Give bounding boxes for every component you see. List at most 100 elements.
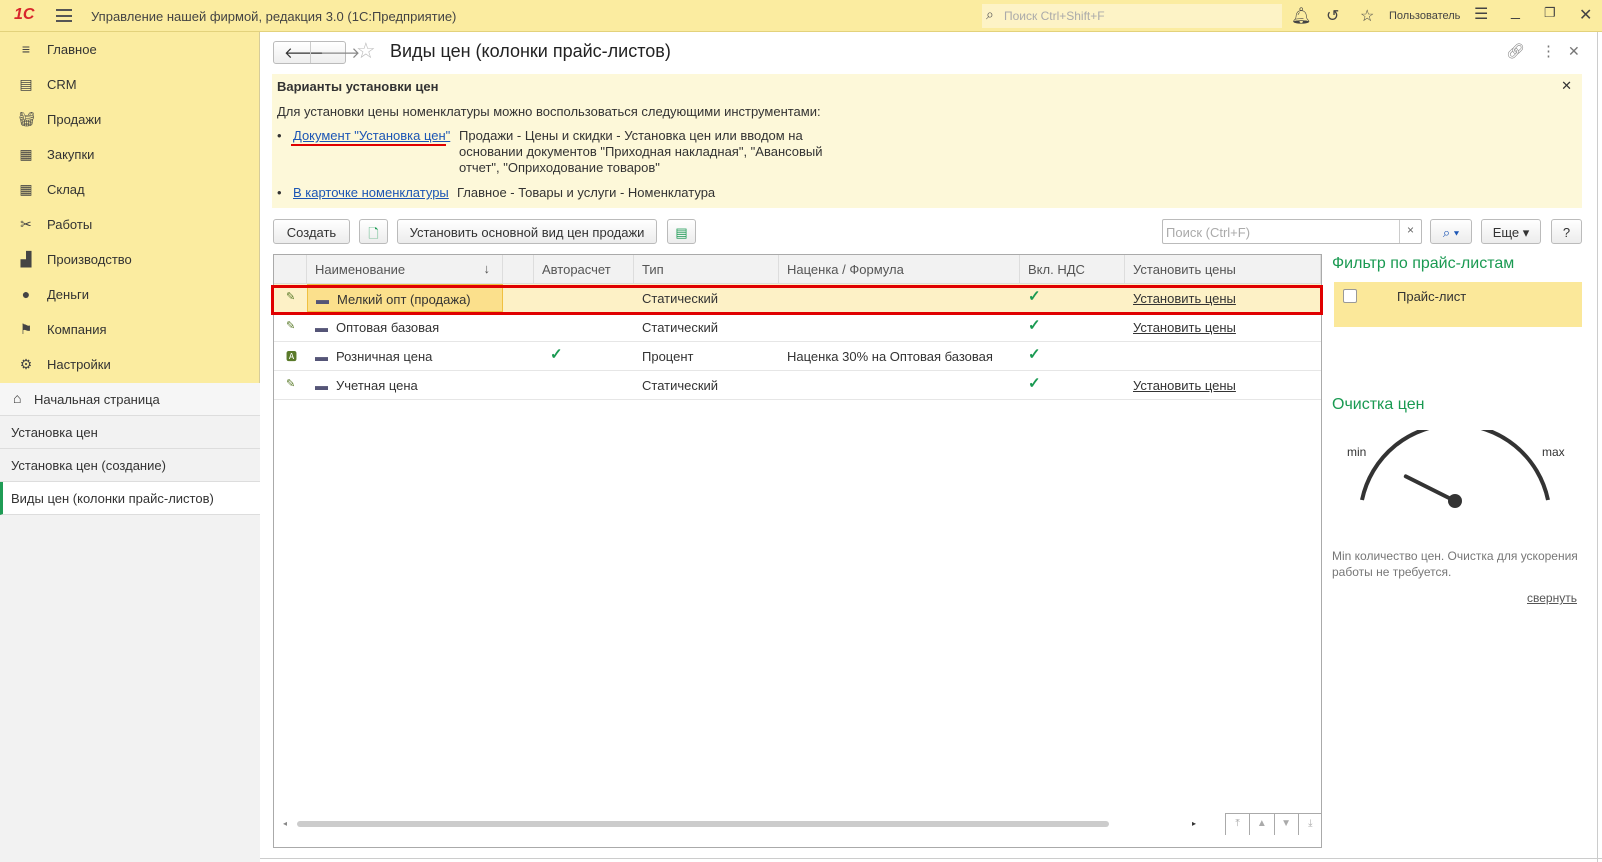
column-header[interactable]: Авторасчет	[534, 255, 634, 284]
back-button[interactable]: 🡐	[284, 43, 324, 62]
column-label: Наценка / Формула	[787, 262, 904, 277]
table-row[interactable]: ✎ ▬ Учетная цена Статический ✓ Установить…	[274, 371, 1321, 400]
sidebar-item-label: Склад	[47, 182, 85, 197]
list-settings-button[interactable]: ▤	[667, 219, 696, 244]
sidebar-item-3[interactable]: ▦ Закупки	[0, 138, 260, 172]
search-options-button[interactable]: ⌕ ▾	[1430, 219, 1472, 244]
row-nav: ⤒ ▲ ▼ ⤓	[1225, 813, 1322, 835]
open-window-tab[interactable]: Виды цен (колонки прайс-листов)	[0, 482, 260, 515]
scroll-right-icon[interactable]: ▸	[1192, 819, 1196, 828]
prev-row-button[interactable]: ▲	[1249, 814, 1273, 835]
column-header[interactable]: Наценка / Формула	[779, 255, 1020, 284]
settings-menu-icon[interactable]: ☰	[1474, 4, 1488, 24]
bell-icon[interactable]: 🔔︎	[1291, 6, 1311, 26]
table-row[interactable]: 🅰 ▬ Розничная цена ✓ Процент Наценка 30% …	[274, 342, 1321, 371]
create-button[interactable]: Создать	[273, 219, 350, 244]
clear-search-button[interactable]: ×	[1399, 220, 1421, 243]
sidebar-item-8[interactable]: ⚑ Компания	[0, 313, 260, 347]
link-icon[interactable]: 🔗︎	[1506, 42, 1525, 60]
sidebar-item-6[interactable]: ▟ Производство	[0, 243, 260, 277]
column-header[interactable]: Установить цены	[1125, 255, 1321, 284]
link-price-doc[interactable]: Документ "Установка цен"	[293, 128, 450, 143]
column-label: Наименование	[315, 262, 406, 277]
main-menu-icon[interactable]	[56, 9, 72, 22]
sidebar-item-label: Настройки	[47, 357, 111, 372]
cleanup-message: Min количество цен. Очистка для ускорени…	[1332, 549, 1578, 579]
gauge-hub	[1448, 494, 1462, 508]
column-header[interactable]: Вкл. НДС	[1020, 255, 1125, 284]
price-list-checkbox[interactable]	[1343, 289, 1357, 303]
gauge-arc	[1360, 430, 1550, 501]
table-row[interactable]: ✎ ▬ Оптовая базовая Статический ✓ Установ…	[274, 313, 1321, 342]
info-intro: Для установки цены номенклатуры можно во…	[277, 104, 821, 119]
history-icon[interactable]: ↺	[1326, 6, 1339, 26]
restore-icon[interactable]: ❐	[1544, 5, 1556, 21]
sidebar-item-7[interactable]: ● Деньги	[0, 278, 260, 312]
last-row-button[interactable]: ⤓	[1297, 814, 1322, 835]
forward-button[interactable]: 🡒	[320, 43, 360, 62]
scroll-left-icon[interactable]: ◂	[283, 819, 287, 828]
name: Розничная цена	[336, 349, 433, 364]
more-icon[interactable]: ⋮	[1541, 42, 1556, 60]
close-window-icon[interactable]: ✕	[1579, 5, 1592, 25]
menu-icon: ≡	[21, 41, 31, 57]
help-button[interactable]: ?	[1551, 219, 1582, 244]
sidebar-item-label: Продажи	[47, 112, 102, 127]
name-cell[interactable]: ▬ Оптовая базовая	[307, 313, 503, 341]
column-header[interactable]: Тип	[634, 255, 779, 284]
name-cell[interactable]: ▬ Учетная цена	[307, 371, 503, 399]
auto-calc-check: ✓	[550, 346, 563, 363]
favorites-icon[interactable]: ☆	[1360, 6, 1374, 26]
set-main-price-button[interactable]: Установить основной вид цен продажи	[397, 219, 657, 244]
favorite-star-icon[interactable]: ☆	[356, 38, 376, 64]
sidebar-item-9[interactable]: ⚙ Настройки	[0, 348, 260, 382]
more-button[interactable]: Еще ▾	[1481, 219, 1541, 244]
minimize-icon[interactable]: _	[1511, 3, 1520, 21]
column-label: Тип	[642, 262, 664, 277]
collapse-link[interactable]: свернуть	[1527, 591, 1577, 605]
sidebar-item-1[interactable]: ▤ CRM	[0, 68, 260, 102]
price-list-filter: Прайс-лист	[1334, 282, 1582, 327]
name-cell[interactable]: ▬ Розничная цена	[307, 342, 503, 370]
cleanup-gauge	[1360, 430, 1550, 508]
open-window-tab[interactable]: ⌂ Начальная страница	[0, 383, 260, 416]
price-item-icon: ▬	[315, 320, 328, 335]
sidebar-item-label: Компания	[47, 322, 107, 337]
next-row-button[interactable]: ▼	[1273, 814, 1298, 835]
set-prices-link[interactable]: Установить цены	[1125, 313, 1321, 341]
open-window-tab[interactable]: Установка цен	[0, 416, 260, 449]
open-window-label: Начальная страница	[34, 392, 160, 407]
global-search-input[interactable]: ⌕ Поиск Ctrl+Shift+F	[982, 4, 1282, 28]
factory-icon: ▟	[20, 251, 32, 267]
sidebar-item-label: Работы	[47, 217, 93, 232]
open-windows-panel: ⌂ Начальная страница Установка цен Установк…	[0, 383, 260, 862]
money-icon: ●	[21, 286, 31, 302]
sidebar-item-0[interactable]: ≡ Главное	[0, 33, 260, 67]
vat-check: ✓	[1028, 375, 1041, 392]
open-window-label: Виды цен (колонки прайс-листов)	[11, 491, 214, 506]
sidebar-item-label: Деньги	[47, 287, 89, 302]
info-close-icon[interactable]: ✕	[1561, 78, 1572, 94]
set-prices-link[interactable]: Установить цены	[1125, 371, 1321, 399]
close-form-icon[interactable]: ✕	[1568, 43, 1580, 60]
sidebar-item-2[interactable]: 🧺︎ Продажи	[0, 103, 260, 137]
sidebar-item-5[interactable]: ✂ Работы	[0, 208, 260, 242]
page-title: Виды цен (колонки прайс-листов)	[390, 41, 671, 61]
static-price-icon: ✎	[286, 320, 296, 332]
column-header[interactable]: Наименование ↓	[307, 255, 503, 284]
user-name[interactable]: Пользователь	[1389, 10, 1460, 22]
horizontal-scrollbar[interactable]	[297, 821, 1109, 827]
formula-cell: Наценка 30% на Оптовая базовая	[787, 349, 993, 364]
flag-icon: ⚑	[19, 321, 33, 337]
set-prices-link[interactable]	[1125, 342, 1321, 370]
type-cell: Статический	[642, 320, 719, 335]
open-window-tab[interactable]: Установка цен (создание)	[0, 449, 260, 482]
link-item-card[interactable]: В карточке номенклатуры	[293, 185, 449, 200]
search-icon: ⌕	[986, 6, 994, 22]
copy-doc-button[interactable]: 🗋	[359, 219, 388, 244]
column-header[interactable]	[503, 255, 534, 284]
first-row-button[interactable]: ⤒	[1225, 814, 1249, 835]
sidebar-item-4[interactable]: ▦ Склад	[0, 173, 260, 207]
sidebar-item-label: Главное	[47, 42, 97, 57]
search-input[interactable]: Поиск (Ctrl+F) ×	[1162, 219, 1422, 244]
